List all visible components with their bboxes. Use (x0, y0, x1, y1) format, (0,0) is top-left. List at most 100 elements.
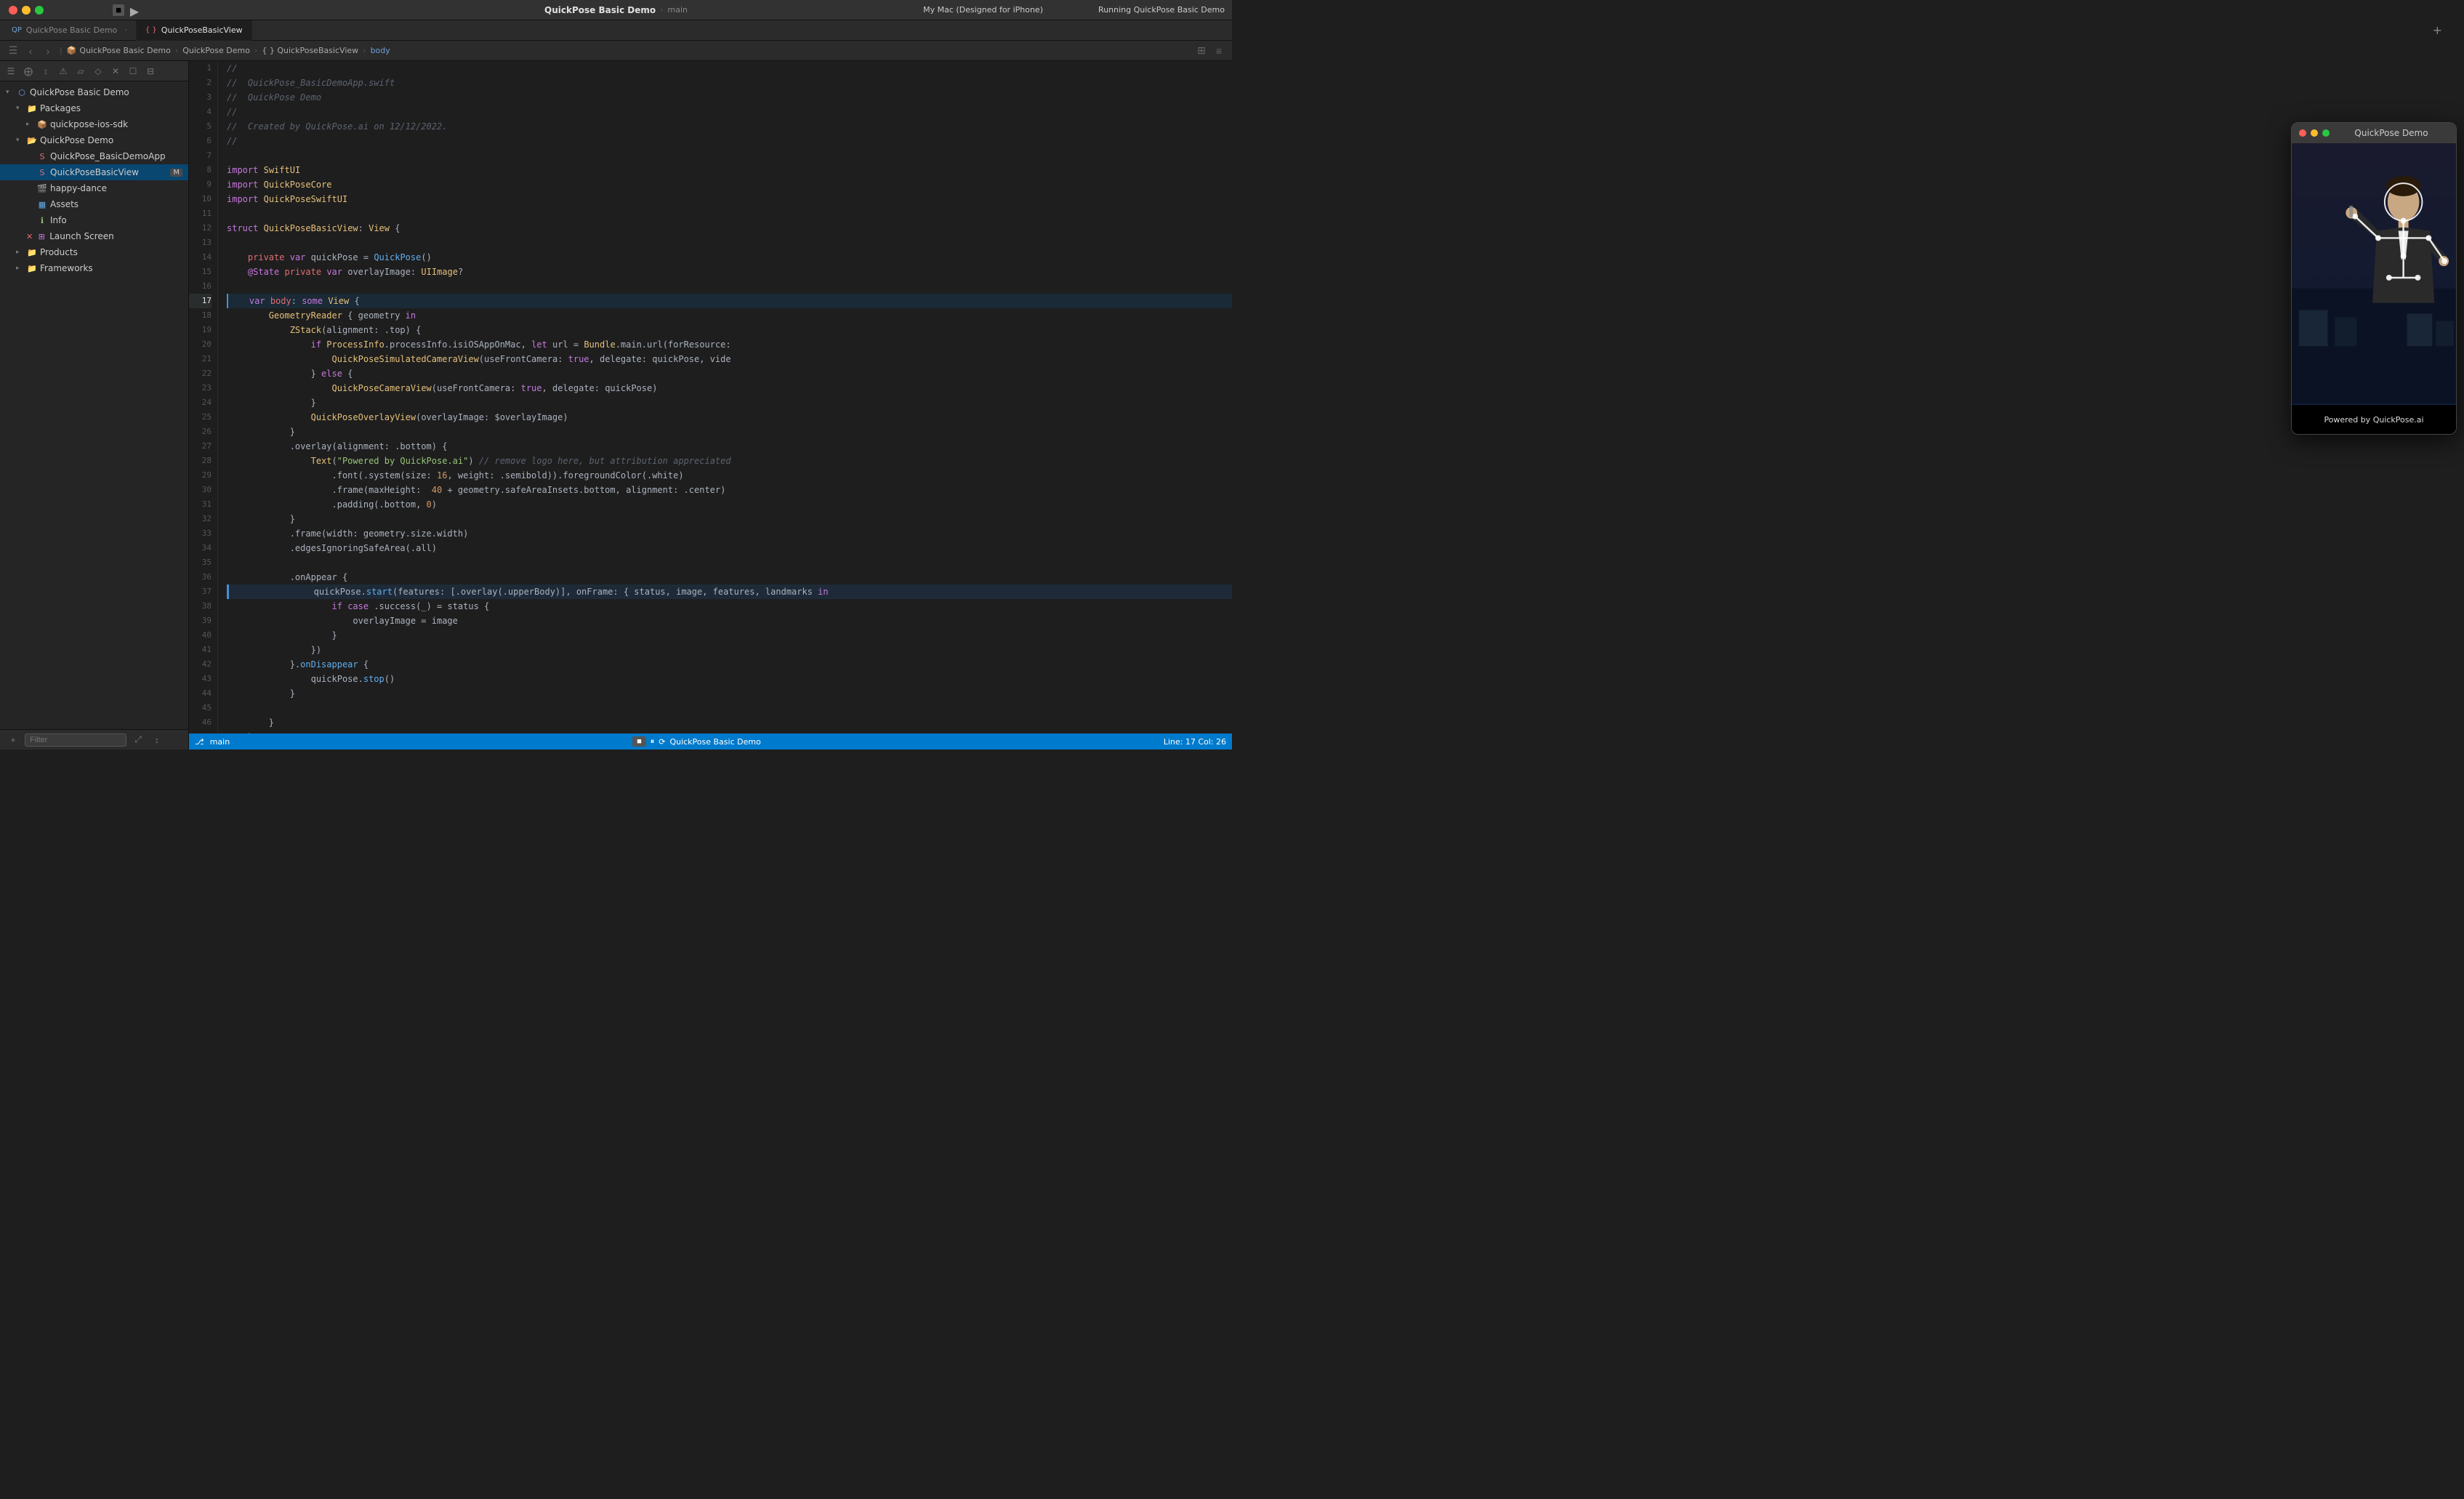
ln-19: 19 (189, 323, 212, 337)
tree-label-basicview: QuickPoseBasicView (50, 167, 167, 177)
code-line-25: QuickPoseOverlayView(overlayImage: $over… (227, 410, 1232, 425)
sidebar-btn-5[interactable]: ▱ (74, 65, 87, 78)
minimize-button[interactable] (22, 6, 31, 15)
breadcrumb-item-file[interactable]: { } QuickPoseBasicView (262, 46, 358, 55)
code-line-37: quickPose.start(features: [.overlay(.upp… (227, 584, 1232, 599)
stop-button[interactable]: ■ (113, 4, 124, 16)
tree-item-root[interactable]: ▾ ⬡ QuickPose Basic Demo (0, 84, 188, 100)
code-line-8: import SwiftUI (227, 163, 1232, 177)
breadcrumb-item-1[interactable]: 📦 (67, 46, 77, 55)
tree-item-app-swift[interactable]: ▸ S QuickPose_BasicDemoApp (0, 148, 188, 164)
code-line-32: } (227, 512, 1232, 526)
tree-item-assets[interactable]: ▸ ▦ Assets (0, 196, 188, 212)
tree-item-packages[interactable]: ▾ 📁 Packages (0, 100, 188, 116)
ln-21: 21 (189, 352, 212, 366)
breadcrumb-item-group[interactable]: QuickPose Demo (182, 46, 250, 55)
code-lines[interactable]: // // QuickPose_BasicDemoApp.swift // Qu… (218, 61, 1232, 734)
sidebar-btn-8[interactable]: ☐ (126, 65, 140, 78)
code-line-21: QuickPoseSimulatedCameraView(useFrontCam… (227, 352, 1232, 366)
tree-item-launch-screen[interactable]: ✕ ⊞ Launch Screen (0, 228, 188, 244)
code-line-10: import QuickPoseSwiftUI (227, 192, 1232, 206)
ln-43: 43 (189, 672, 212, 686)
ln-7: 7 (189, 148, 212, 163)
tab-label-2: QuickPoseBasicView (161, 25, 243, 35)
preview-footer-text: Powered by QuickPose.ai (2324, 415, 2423, 425)
sidebar-btn-1[interactable]: ☰ (4, 65, 17, 78)
code-line-45 (227, 701, 1232, 715)
ln-39: 39 (189, 614, 212, 628)
sidebar-btn-7[interactable]: ✕ (109, 65, 122, 78)
swift-icon-basicview: S (36, 166, 48, 178)
ln-1: 1 (189, 61, 212, 76)
tree-item-happy-dance[interactable]: ▸ 🎬 happy-dance (0, 180, 188, 196)
show-in-finder-button[interactable]: ⤢ (131, 733, 145, 747)
tree-item-frameworks[interactable]: ▸ 📁 Frameworks (0, 260, 188, 276)
tab-icon-2: { } (145, 26, 157, 34)
code-line-30: .frame(maxHeight: 40 + geometry.safeArea… (227, 483, 1232, 497)
pause-btn-status[interactable]: ⏸ (651, 737, 655, 747)
filter-icon[interactable]: + (6, 733, 20, 747)
code-line-19: ZStack(alignment: .top) { (227, 323, 1232, 337)
sidebar-btn-2[interactable]: ⨁ (22, 65, 35, 78)
ln-45: 45 (189, 701, 212, 715)
preview-video-area (2292, 143, 2456, 405)
maximize-button[interactable] (35, 6, 44, 15)
add-tab-button[interactable]: + (2433, 23, 2442, 37)
preview-min-button[interactable] (2311, 129, 2318, 137)
tree-arrow-root: ▾ (6, 89, 16, 96)
tree-item-sdk[interactable]: ▸ 📦 quickpose-ios-sdk (0, 116, 188, 132)
view-options-button[interactable]: ≡ (1212, 44, 1226, 58)
ln-5: 5 (189, 119, 212, 134)
secondary-toolbar: ☰ ‹ › | 📦 QuickPose Basic Demo › QuickPo… (0, 41, 1232, 61)
breadcrumb-separator: | (60, 46, 63, 55)
tab-quickpose-basic-demo[interactable]: QP QuickPose Basic Demo › (3, 20, 137, 41)
debug-btn-status[interactable]: ⟳ (659, 737, 665, 747)
filter-input[interactable] (25, 734, 126, 747)
stop-btn-status[interactable]: ■ (632, 736, 646, 747)
preview-close-button[interactable] (2299, 129, 2306, 137)
sidebar-toggle-button[interactable]: ☰ (6, 44, 20, 58)
tree-item-info[interactable]: ▸ ℹ Info (0, 212, 188, 228)
preview-body: Powered by QuickPose.ai (2292, 143, 2456, 434)
sort-button[interactable]: ↕ (150, 733, 164, 747)
tree-label-info: Info (50, 215, 182, 225)
close-button[interactable] (9, 6, 17, 15)
ln-11: 11 (189, 206, 212, 221)
code-line-16 (227, 279, 1232, 294)
ln-14: 14 (189, 250, 212, 265)
inspector-toggle-button[interactable]: ⊞ (1194, 44, 1209, 58)
code-line-11 (227, 206, 1232, 221)
tree-item-products[interactable]: ▸ 📁 Products (0, 244, 188, 260)
code-line-6: // (227, 134, 1232, 148)
tab-icon-1: QP (12, 26, 22, 34)
ln-44: 44 (189, 686, 212, 701)
preview-footer: Powered by QuickPose.ai (2292, 405, 2456, 434)
code-line-27: .overlay(alignment: .bottom) { (227, 439, 1232, 454)
window-subtitle: main (668, 5, 688, 15)
sidebar-btn-6[interactable]: ◇ (92, 65, 105, 78)
ln-36: 36 (189, 570, 212, 584)
nav-back-button[interactable]: ‹ (23, 44, 38, 58)
code-line-12: struct QuickPoseBasicView: View { (227, 221, 1232, 236)
line-numbers: 1 2 3 4 5 6 7 8 9 10 11 12 13 14 15 16 1… (189, 61, 218, 734)
breadcrumb-item-symbol[interactable]: body (371, 46, 390, 55)
breadcrumb-item-project[interactable]: QuickPose Basic Demo (79, 46, 170, 55)
preview-max-button[interactable] (2322, 129, 2330, 137)
ln-25: 25 (189, 410, 212, 425)
nav-forward-button[interactable]: › (41, 44, 55, 58)
sidebar-btn-4[interactable]: ⚠ (57, 65, 70, 78)
sidebar-btn-3[interactable]: ↕ (39, 65, 52, 78)
tree-item-demo-group[interactable]: ▾ 📂 QuickPose Demo (0, 132, 188, 148)
source-control-button[interactable]: ⎇ (195, 737, 204, 747)
tree-item-basicview[interactable]: ▸ S QuickPoseBasicView M (0, 164, 188, 180)
ln-46: 46 (189, 715, 212, 730)
run-button[interactable]: ▶ (129, 4, 140, 16)
sidebar-btn-9[interactable]: ⊟ (144, 65, 157, 78)
sidebar: ☰ ⨁ ↕ ⚠ ▱ ◇ ✕ ☐ ⊟ ▾ ⬡ QuickPose Basic De… (0, 61, 189, 750)
ln-41: 41 (189, 643, 212, 657)
ln-6: 6 (189, 134, 212, 148)
sidebar-toolbar: ☰ ⨁ ↕ ⚠ ▱ ◇ ✕ ☐ ⊟ (0, 61, 188, 81)
tab-quickpose-basic-view[interactable]: { } QuickPoseBasicView (137, 20, 252, 41)
ln-30: 30 (189, 483, 212, 497)
code-area[interactable]: 1 2 3 4 5 6 7 8 9 10 11 12 13 14 15 16 1… (189, 61, 1232, 734)
